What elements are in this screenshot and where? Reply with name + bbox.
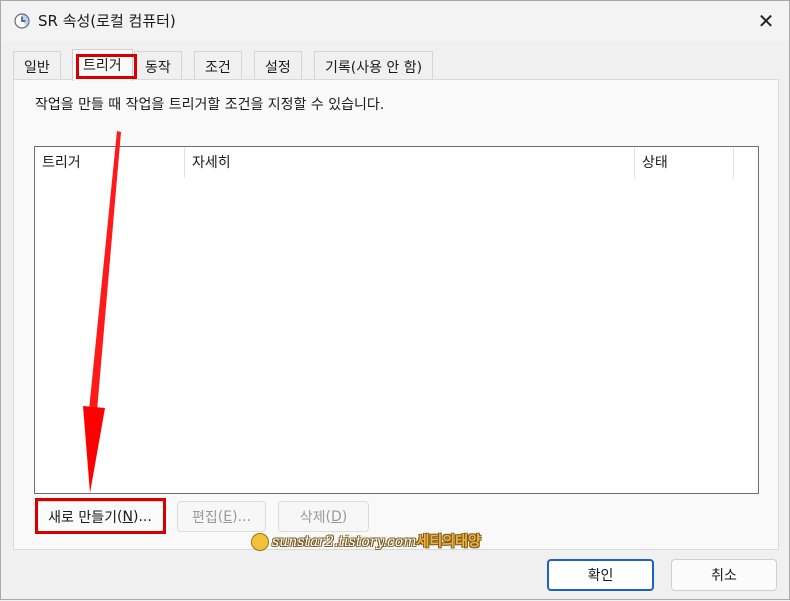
cancel-button[interactable]: 취소 bbox=[671, 559, 777, 591]
panel-description: 작업을 만들 때 작업을 트리거할 조건을 지정할 수 있습니다. bbox=[35, 97, 385, 113]
edit-trigger-ellipsis: ... bbox=[237, 508, 251, 525]
edit-trigger-label: 편집 bbox=[192, 509, 218, 526]
tab-history[interactable]: 기록(사용 안 함) bbox=[314, 51, 434, 80]
properties-dialog: SR 속성(로컬 컴퓨터) ✕ 일반 트리거 동작 조건 설정 기록(사용 안 … bbox=[0, 0, 790, 600]
close-icon: ✕ bbox=[757, 9, 775, 33]
new-trigger-ellipsis: ... bbox=[138, 508, 152, 525]
watermark: sunstar2.tistory.com세티의태양 bbox=[251, 531, 481, 551]
edit-trigger-accesskey: E bbox=[223, 508, 233, 525]
new-trigger-label: 새로 만들기 bbox=[48, 509, 118, 526]
watermark-brand: 세티의태양 bbox=[416, 534, 481, 550]
window-title: SR 속성(로컬 컴퓨터) bbox=[38, 12, 176, 30]
column-header-status[interactable]: 상태 bbox=[635, 147, 734, 178]
list-header: 트리거 자세히 상태 bbox=[35, 147, 758, 178]
column-header-trigger[interactable]: 트리거 bbox=[35, 147, 185, 178]
delete-trigger-accesskey: D bbox=[330, 508, 342, 525]
tab-triggers[interactable]: 트리거 bbox=[72, 49, 133, 81]
edit-trigger-button[interactable]: 편집(E)... bbox=[177, 501, 266, 532]
ok-button[interactable]: 확인 bbox=[547, 559, 654, 591]
watermark-site: sunstar2.tistory.com bbox=[272, 534, 417, 550]
delete-trigger-button[interactable]: 삭제(D) bbox=[278, 501, 369, 532]
delete-trigger-label: 삭제 bbox=[299, 509, 326, 526]
title-bar: SR 속성(로컬 컴퓨터) ✕ bbox=[1, 1, 789, 41]
tab-settings[interactable]: 설정 bbox=[254, 51, 302, 80]
clock-icon bbox=[14, 13, 30, 29]
tab-conditions[interactable]: 조건 bbox=[194, 51, 242, 80]
new-trigger-accesskey: N bbox=[122, 508, 133, 525]
trigger-list[interactable]: 트리거 자세히 상태 bbox=[34, 146, 759, 494]
new-trigger-button[interactable]: 새로 만들기(N)... bbox=[36, 501, 164, 532]
column-header-details[interactable]: 자세히 bbox=[185, 147, 635, 178]
triggers-panel: 작업을 만들 때 작업을 트리거할 조건을 지정할 수 있습니다. 트리거 자세… bbox=[13, 79, 779, 550]
tab-actions[interactable]: 동작 bbox=[134, 51, 182, 80]
close-button[interactable]: ✕ bbox=[743, 1, 789, 41]
tab-general[interactable]: 일반 bbox=[13, 51, 61, 80]
smiley-icon bbox=[251, 533, 269, 551]
